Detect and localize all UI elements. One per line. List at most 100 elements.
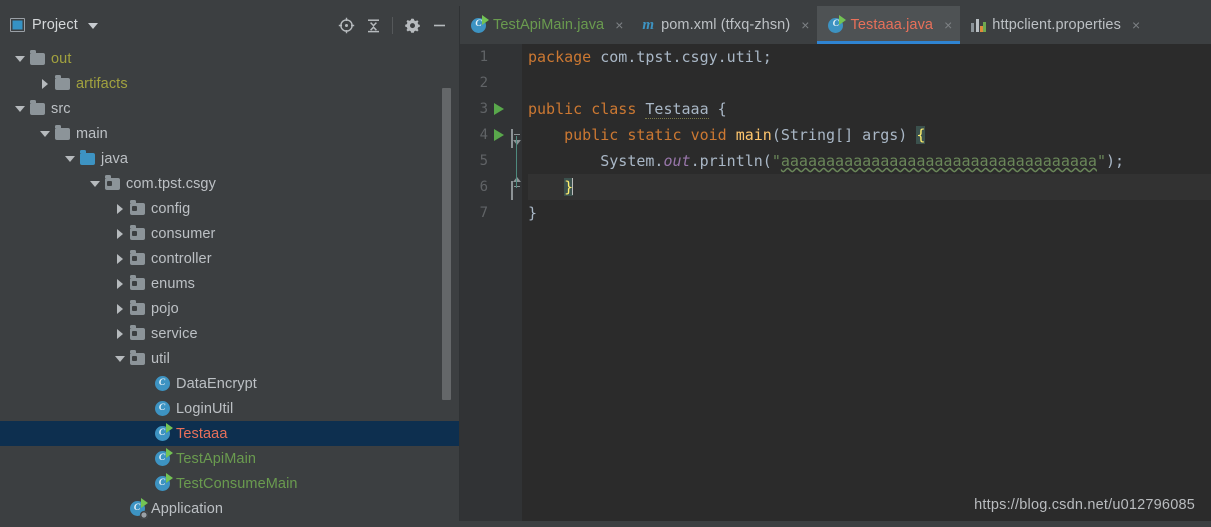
tree-item-java[interactable]: java (0, 146, 460, 171)
tree-item-service[interactable]: service (0, 321, 460, 346)
tree-item-artifacts[interactable]: artifacts (0, 71, 460, 96)
tree-item-main[interactable]: main (0, 121, 460, 146)
package-icon (128, 324, 146, 340)
project-tree: out artifacts src main java com.tpst.csgy conf… (0, 44, 460, 521)
space-1 (582, 100, 591, 118)
folder-icon (28, 99, 46, 115)
code-line-3: public class Testaaa { (528, 96, 1211, 122)
static-field-out: out (663, 152, 691, 170)
gutter-row-6[interactable]: 6 (460, 174, 522, 200)
tree-expand-arrow-closed[interactable] (112, 321, 128, 346)
line-number: 1 (479, 49, 488, 65)
close-icon[interactable]: × (801, 18, 809, 32)
tree-expand-arrow-closed[interactable] (37, 71, 53, 96)
keyword-class: class (591, 100, 637, 118)
tree-item-enums[interactable]: enums (0, 271, 460, 296)
tree-item-loginutil[interactable]: C LoginUtil (0, 396, 460, 421)
tree-item-src[interactable]: src (0, 96, 460, 121)
code-line-4: public static void main(String[] args) { (528, 122, 1211, 148)
editor-tab-testaaa-java[interactable]: C Testaaa.java × (817, 6, 961, 44)
method-params: (String[] args) (771, 126, 917, 144)
project-tree-scroll-area[interactable]: out artifacts src main java com.tpst.csgy conf… (0, 44, 460, 521)
chevron-down-icon[interactable] (87, 23, 98, 29)
tree-twisty-spacer (137, 471, 153, 496)
tree-item-label: Testaaa (176, 425, 228, 442)
package-icon (103, 174, 121, 190)
space-5 (682, 126, 691, 144)
tree-expand-arrow-open[interactable] (37, 121, 53, 146)
gutter-row-3[interactable]: 3 (460, 96, 522, 122)
java-class-icon: C (153, 376, 171, 391)
tree-expand-arrow-closed[interactable] (112, 271, 128, 296)
java-class-runnable-icon: C (153, 448, 173, 466)
tree-expand-arrow-closed[interactable] (112, 221, 128, 246)
project-tree-scrollbar[interactable] (442, 88, 451, 400)
keyword-public: public (528, 100, 583, 118)
tree-item-testaaa[interactable]: C Testaaa (0, 421, 460, 446)
tree-item-out[interactable]: out (0, 46, 460, 71)
tree-expand-arrow-open[interactable] (12, 46, 28, 71)
bottom-strip (0, 521, 1211, 527)
gutter-row-5[interactable]: 5 (460, 148, 522, 174)
editor-tab-label: httpclient.properties (992, 17, 1121, 33)
tree-expand-arrow-open[interactable] (12, 96, 28, 121)
tree-item-testapimain[interactable]: C TestApiMain (0, 446, 460, 471)
tree-item-label: main (76, 125, 108, 142)
code-line-7: } (528, 200, 1211, 226)
tree-expand-arrow-closed[interactable] (112, 246, 128, 271)
tree-item-util[interactable]: util (0, 346, 460, 371)
tree-item-label: consumer (151, 225, 216, 242)
editor-tab-httpclient-properties[interactable]: httpclient.properties × (960, 6, 1148, 44)
close-icon[interactable]: × (615, 18, 623, 32)
tree-item-label: java (101, 150, 128, 167)
project-panel-title-group[interactable]: Project (10, 17, 98, 33)
open-brace-method-highlighted: { (916, 126, 926, 144)
tree-item-label: service (151, 325, 198, 342)
gutter-row-2[interactable]: 2 (460, 70, 522, 96)
tree-item-application[interactable]: C Application (0, 496, 460, 521)
code-editor[interactable]: 1 2 3 4 5 6 7 package com.tpst.csgy.util; publ… (460, 44, 1211, 521)
tree-item-consumer[interactable]: consumer (0, 221, 460, 246)
folder-icon (53, 124, 71, 140)
tree-item-pojo[interactable]: pojo (0, 296, 460, 321)
editor-tab-pom-xml-tfxq-zhsn-[interactable]: m pom.xml (tfxq-zhsn) × (631, 6, 817, 44)
tree-item-label: pojo (151, 300, 179, 317)
system-reference: System. (600, 152, 664, 170)
run-gutter-icon[interactable] (494, 103, 504, 115)
tree-item-com-tpst-csgy[interactable]: com.tpst.csgy (0, 171, 460, 196)
gutter-row-4[interactable]: 4 (460, 122, 522, 148)
locate-icon[interactable] (333, 12, 359, 38)
editor-tab-bar: C TestApiMain.java × m pom.xml (tfxq-zhsn) × C… (460, 6, 1211, 44)
text-caret (572, 178, 574, 195)
tree-expand-arrow-open[interactable] (87, 171, 103, 196)
keyword-void: void (690, 126, 727, 144)
tree-item-label: TestConsumeMain (176, 475, 298, 492)
space-4 (618, 126, 627, 144)
tree-item-label: config (151, 200, 191, 217)
tree-item-dataencrypt[interactable]: C DataEncrypt (0, 371, 460, 396)
statement-tail: ); (1105, 152, 1125, 170)
keyword-package: package (528, 48, 592, 66)
gutter-row-7[interactable]: 7 (460, 200, 522, 226)
run-gutter-icon[interactable] (494, 129, 504, 141)
close-icon[interactable]: × (1132, 18, 1140, 32)
tree-item-config[interactable]: config (0, 196, 460, 221)
tree-expand-arrow-closed[interactable] (112, 296, 128, 321)
package-icon (128, 299, 146, 315)
close-icon[interactable]: × (944, 18, 952, 32)
main-body: Project out artifacts src main java com.… (0, 6, 1211, 521)
package-icon (128, 349, 146, 365)
tree-item-testconsumemain[interactable]: C TestConsumeMain (0, 471, 460, 496)
gutter-row-1[interactable]: 1 (460, 44, 522, 70)
tree-item-controller[interactable]: controller (0, 246, 460, 271)
editor-gutter[interactable]: 1 2 3 4 5 6 7 (460, 44, 522, 521)
code-content[interactable]: package com.tpst.csgy.util; public class… (522, 44, 1211, 521)
tree-expand-arrow-closed[interactable] (112, 196, 128, 221)
gear-icon[interactable] (399, 12, 425, 38)
tree-expand-arrow-open[interactable] (62, 146, 78, 171)
collapse-all-icon[interactable] (360, 12, 386, 38)
line-number: 2 (479, 75, 488, 91)
tree-expand-arrow-open[interactable] (112, 346, 128, 371)
editor-tab-testapimain-java[interactable]: C TestApiMain.java × (460, 6, 631, 44)
minimize-icon[interactable] (426, 12, 452, 38)
